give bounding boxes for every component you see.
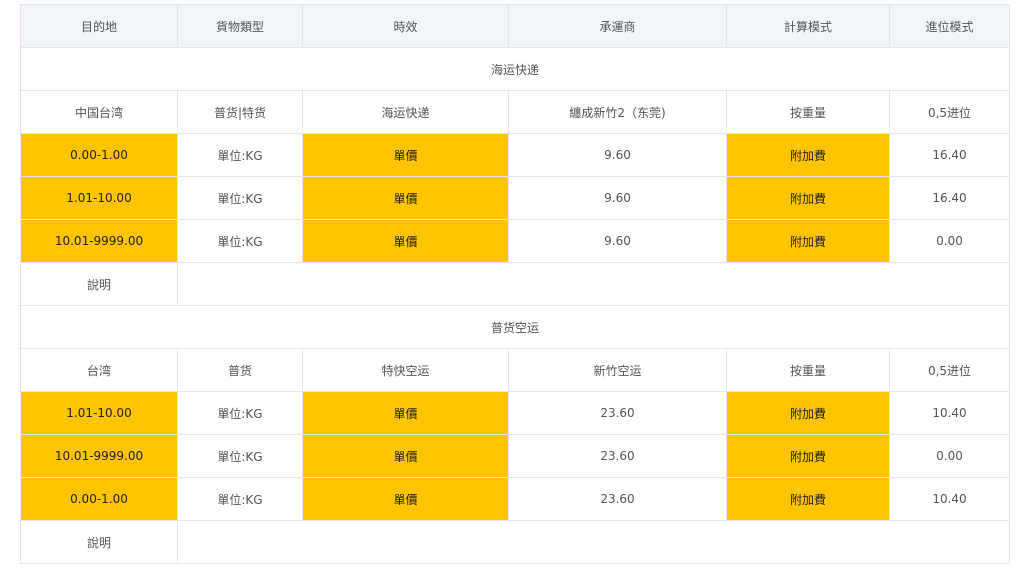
rounding-mode-cell: 0,5进位 xyxy=(889,348,1010,392)
surcharge-value-cell: 10.40 xyxy=(889,391,1010,435)
table-row: 0.00-1.00 單位:KG 單價 23.60 附加費 10.40 xyxy=(20,477,1010,521)
unit-price-label-cell: 單價 xyxy=(302,434,509,478)
weight-range-cell: 0.00-1.00 xyxy=(20,133,178,177)
column-header-cargo-type: 貨物類型 xyxy=(177,4,303,48)
surcharge-value-cell: 16.40 xyxy=(889,176,1010,220)
note-content xyxy=(177,262,1010,306)
weight-range-cell: 0.00-1.00 xyxy=(20,477,178,521)
table-row: 10.01-9999.00 單位:KG 單價 23.60 附加費 0.00 xyxy=(20,434,1010,478)
rate-table-container: 目的地 貨物類型 時效 承運商 計算模式 進位模式 海运快递 中国台湾 普货|特… xyxy=(0,0,1024,576)
unit-price-label-cell: 單價 xyxy=(302,477,509,521)
surcharge-value-cell: 0.00 xyxy=(889,434,1010,478)
surcharge-value-cell: 10.40 xyxy=(889,477,1010,521)
surcharge-label-cell: 附加費 xyxy=(726,133,890,177)
unit-cell: 單位:KG xyxy=(177,434,303,478)
calc-mode-cell: 按重量 xyxy=(726,90,890,134)
unit-price-label-cell: 單價 xyxy=(302,133,509,177)
transit-time-cell: 特快空运 xyxy=(302,348,509,392)
note-label: 說明 xyxy=(20,520,178,564)
table-row: 0.00-1.00 單位:KG 單價 9.60 附加費 16.40 xyxy=(20,133,1010,177)
section-info-row: 中国台湾 普货|特货 海运快递 纏成新竹2（东莞) 按重量 0,5进位 xyxy=(20,90,1010,134)
surcharge-label-cell: 附加費 xyxy=(726,219,890,263)
cargo-type-cell: 普货 xyxy=(177,348,303,392)
surcharge-label-cell: 附加費 xyxy=(726,477,890,521)
section-title: 海运快递 xyxy=(20,47,1010,91)
unit-price-value-cell: 9.60 xyxy=(508,133,727,177)
weight-range-cell: 1.01-10.00 xyxy=(20,391,178,435)
unit-price-value-cell: 23.60 xyxy=(508,477,727,521)
section-title: 普货空运 xyxy=(20,305,1010,349)
destination-cell: 台湾 xyxy=(20,348,178,392)
note-row: 說明 xyxy=(20,262,1010,306)
column-header-calc-mode: 計算模式 xyxy=(726,4,890,48)
section-info-row: 台湾 普货 特快空运 新竹空运 按重量 0,5进位 xyxy=(20,348,1010,392)
unit-price-value-cell: 9.60 xyxy=(508,219,727,263)
transit-time-cell: 海运快递 xyxy=(302,90,509,134)
surcharge-label-cell: 附加費 xyxy=(726,391,890,435)
note-content xyxy=(177,520,1010,564)
unit-price-value-cell: 23.60 xyxy=(508,434,727,478)
weight-range-cell: 10.01-9999.00 xyxy=(20,434,178,478)
calc-mode-cell: 按重量 xyxy=(726,348,890,392)
cargo-type-cell: 普货|特货 xyxy=(177,90,303,134)
unit-cell: 單位:KG xyxy=(177,133,303,177)
note-row: 說明 xyxy=(20,520,1010,564)
unit-price-label-cell: 單價 xyxy=(302,176,509,220)
table-row: 1.01-10.00 單位:KG 單價 23.60 附加費 10.40 xyxy=(20,391,1010,435)
table-header-row: 目的地 貨物類型 時效 承運商 計算模式 進位模式 xyxy=(20,4,1010,48)
surcharge-value-cell: 0.00 xyxy=(889,219,1010,263)
section-title-row: 海运快递 xyxy=(20,47,1010,91)
unit-cell: 單位:KG xyxy=(177,219,303,263)
unit-cell: 單位:KG xyxy=(177,176,303,220)
note-label: 說明 xyxy=(20,262,178,306)
section-title-row: 普货空运 xyxy=(20,305,1010,349)
unit-cell: 單位:KG xyxy=(177,391,303,435)
column-header-destination: 目的地 xyxy=(20,4,178,48)
column-header-transit-time: 時效 xyxy=(302,4,509,48)
column-header-carrier: 承運商 xyxy=(508,4,727,48)
surcharge-value-cell: 16.40 xyxy=(889,133,1010,177)
table-row: 10.01-9999.00 單位:KG 單價 9.60 附加費 0.00 xyxy=(20,219,1010,263)
column-header-rounding-mode: 進位模式 xyxy=(889,4,1010,48)
carrier-cell: 新竹空运 xyxy=(508,348,727,392)
unit-price-value-cell: 23.60 xyxy=(508,391,727,435)
weight-range-cell: 10.01-9999.00 xyxy=(20,219,178,263)
destination-cell: 中国台湾 xyxy=(20,90,178,134)
unit-price-value-cell: 9.60 xyxy=(508,176,727,220)
carrier-cell: 纏成新竹2（东莞) xyxy=(508,90,727,134)
unit-price-label-cell: 單價 xyxy=(302,391,509,435)
rounding-mode-cell: 0,5进位 xyxy=(889,90,1010,134)
shipping-rate-table: 目的地 貨物類型 時效 承運商 計算模式 進位模式 海运快递 中国台湾 普货|特… xyxy=(20,4,1010,564)
weight-range-cell: 1.01-10.00 xyxy=(20,176,178,220)
unit-cell: 單位:KG xyxy=(177,477,303,521)
surcharge-label-cell: 附加費 xyxy=(726,434,890,478)
unit-price-label-cell: 單價 xyxy=(302,219,509,263)
surcharge-label-cell: 附加費 xyxy=(726,176,890,220)
table-row: 1.01-10.00 單位:KG 單價 9.60 附加費 16.40 xyxy=(20,176,1010,220)
